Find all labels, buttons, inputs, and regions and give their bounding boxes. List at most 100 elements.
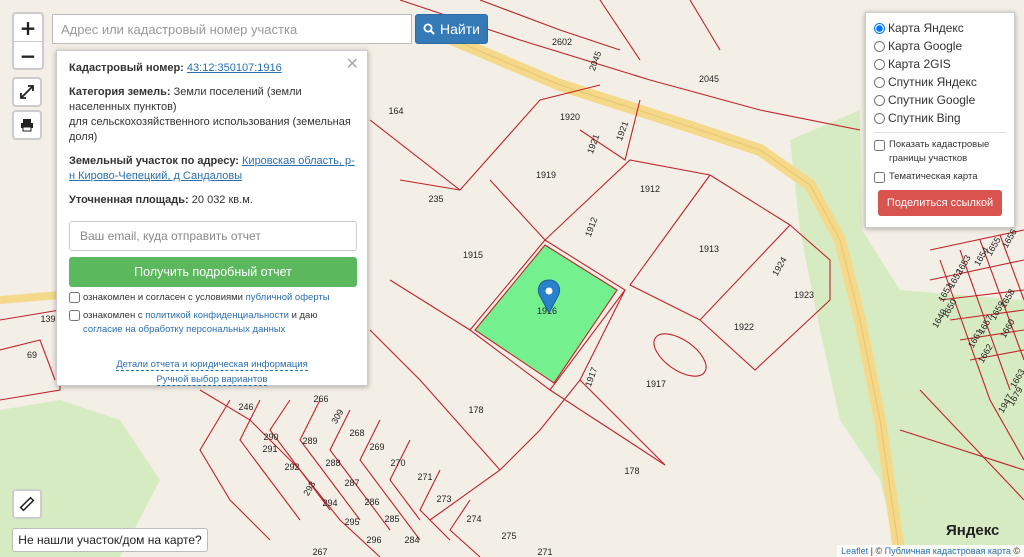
parcel-number-label: 2602 [552,37,572,47]
cadastral-number-link[interactable]: 43:12:350107:1916 [187,62,282,74]
parcel-number-label: 178 [624,466,639,476]
parcel-number-label: 1912 [640,184,660,194]
parcel-number-label: 270 [390,458,405,468]
divider [874,132,1006,133]
zoom-out-button[interactable]: − [14,42,42,69]
search-button-label: Найти [440,21,480,37]
parcel-number-label: 296 [366,535,381,545]
parcel-number-label: 285 [384,514,399,524]
layer-option[interactable]: Карта Яндекс [874,19,1006,37]
parcel-number-label: 294 [322,498,337,508]
layer-label: Карта Яндекс [888,21,964,35]
parcel-number-label: 1913 [699,244,719,254]
privacy-mid-text: и даю [291,310,318,321]
get-report-button[interactable]: Получить подробный отчет [69,257,357,287]
layer-option[interactable]: Карта Google [874,37,1006,55]
fullscreen-button[interactable] [12,77,42,107]
layer-label: Карта 2GIS [888,57,951,71]
layer-label: Карта Google [888,39,963,53]
parcel-number-label: 1919 [536,170,556,180]
parcel-number-label: 178 [468,405,483,415]
borders-checkbox[interactable] [874,140,885,151]
category-extra: для сельскохозяйственного использования … [69,116,351,143]
parcel-number-label: 1923 [794,290,814,300]
privacy-text: ознакомлен с [83,310,143,321]
parcel-number-label: 292 [284,462,299,472]
parcel-number-label: 246 [238,402,253,412]
layer-radio[interactable] [874,76,885,88]
parcel-number-label: 2045 [699,74,719,84]
layer-option[interactable]: Спутник Google [874,91,1006,109]
layers-panel: Карта Яндекс Карта Google Карта 2GIS Спу… [865,12,1015,228]
layer-radio[interactable] [874,58,885,70]
parcel-number-label: 69 [27,350,37,360]
parcel-number-label: 291 [262,444,277,454]
layer-radio[interactable] [874,112,885,124]
yandex-logo: Яндекс [946,522,1000,539]
thematic-label: Тематическая карта [889,171,978,182]
offer-checkbox[interactable] [69,292,80,303]
parcel-number-label: 274 [466,514,481,524]
privacy-consent-row: ознакомлен с политикой конфиденциальност… [69,309,355,337]
print-button[interactable] [12,110,42,140]
map-attribution: Leaflet | © Публичная кадастровая карта … [837,545,1024,557]
area-value: 20 032 кв.м. [191,194,253,206]
layer-label: Спутник Google [888,93,976,107]
layer-option[interactable]: Спутник Bing [874,109,1006,127]
offer-text: ознакомлен и согласен с условиями [83,292,243,303]
parcel-number-label: 1922 [734,322,754,332]
privacy-policy-link[interactable]: политикой конфиденциальности [145,310,289,321]
privacy-checkbox[interactable] [69,310,80,321]
ruler-icon [19,496,35,512]
parcel-number-label: 271 [417,472,432,482]
parcel-number-label: 295 [344,517,359,527]
parcel-number-label: 267 [312,547,327,557]
borders-toggle[interactable]: Показать кадастровые границы участков [874,138,1006,166]
parcel-number-label: 1915 [463,250,483,260]
parcel-number-label: 289 [302,436,317,446]
parcel-number-label: 266 [313,394,328,404]
layer-radio[interactable] [874,94,885,106]
thematic-checkbox[interactable] [874,172,885,183]
details-link[interactable]: Детали отчета и юридическая информация [116,359,308,371]
zoom-in-button[interactable]: + [14,14,42,42]
layer-option[interactable]: Спутник Яндекс [874,73,1006,91]
layer-label: Спутник Яндекс [888,75,977,89]
manual-choice-link[interactable]: Ручной выбор вариантов [156,374,268,386]
parcel-number-label: 286 [364,497,379,507]
parcel-number-label: 269 [369,442,384,452]
cadastral-label: Кадастровый номер: [69,62,184,74]
close-icon[interactable]: ✕ [346,54,359,73]
share-link-button[interactable]: Поделиться ссылкой [878,190,1002,216]
email-field[interactable] [69,221,357,251]
zoom-control: + − [12,12,44,70]
search-button[interactable]: Найти [415,14,488,44]
search-icon [423,23,435,35]
layer-option[interactable]: Карта 2GIS [874,55,1006,73]
not-found-button[interactable]: Не нашли участок/дом на карте? [12,528,208,552]
parcel-number-label: 235 [428,194,443,204]
layer-radio[interactable] [874,40,885,52]
search-input[interactable] [52,14,412,44]
parcel-info-panel: ✕ Кадастровый номер: 43:12:350107:1916 К… [56,50,368,386]
thematic-toggle[interactable]: Тематическая карта [874,170,1006,184]
parcel-number-label: 164 [388,106,403,116]
offer-link[interactable]: публичной оферты [246,292,330,303]
layer-label: Спутник Bing [888,111,961,125]
parcel-number-label: 290 [263,432,278,442]
leaflet-link[interactable]: Leaflet [841,546,868,556]
data-consent-link[interactable]: согласие на обработку персональных данны… [83,324,285,335]
layer-radio[interactable] [874,22,885,34]
area-label: Уточненная площадь: [69,194,189,206]
category-label: Категория земель: [69,86,171,98]
parcel-number-label: 275 [501,531,516,541]
offer-consent-row: ознакомлен и согласен с условиями публич… [69,291,355,305]
expand-icon [20,85,34,99]
parcel-number-label: 284 [404,535,419,545]
measure-button[interactable] [12,489,42,519]
attribution-tail: © [1013,546,1020,556]
parcel-number-label: 287 [344,478,359,488]
cadastral-map-link[interactable]: Публичная кадастровая карта [885,546,1011,556]
printer-icon [21,119,33,132]
parcel-number-label: 139 [40,314,55,324]
